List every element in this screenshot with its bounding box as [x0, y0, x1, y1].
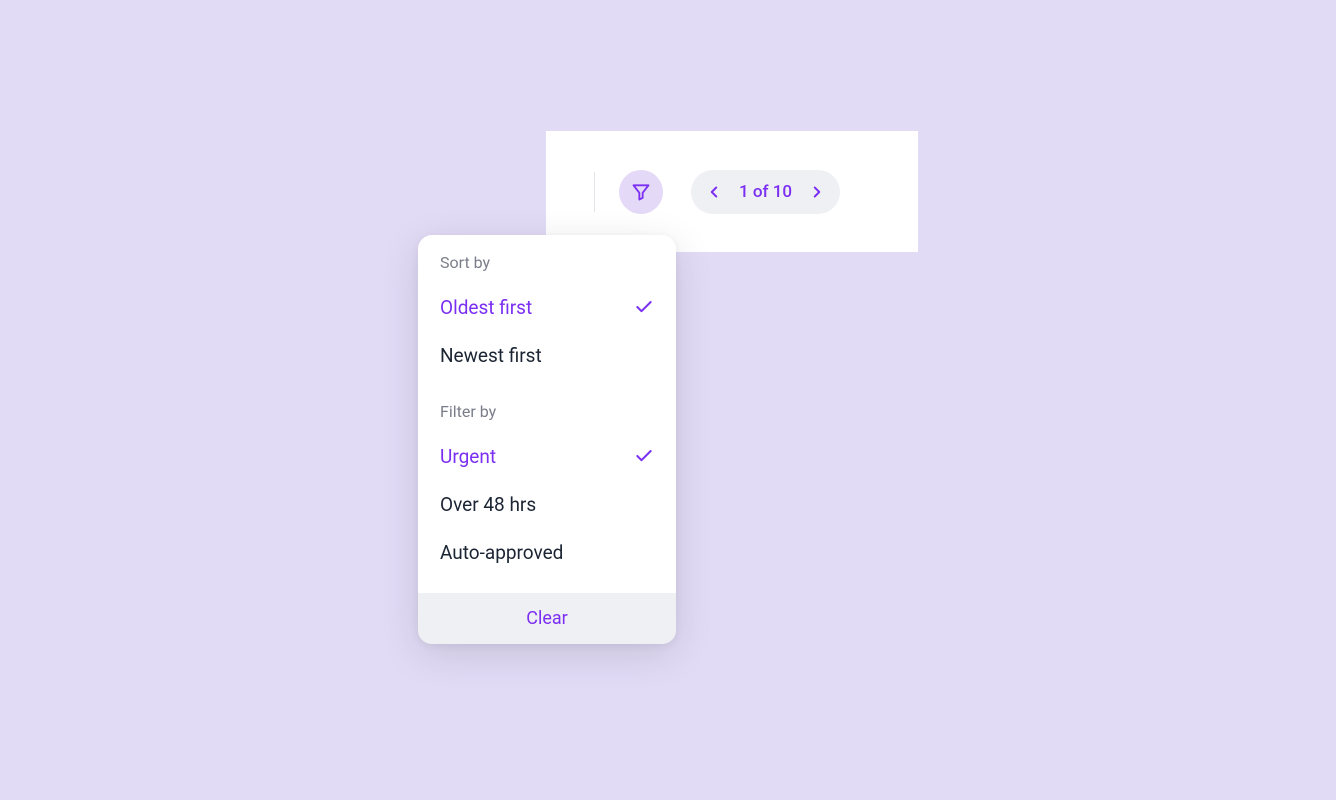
toolbar-divider	[594, 172, 595, 212]
chevron-left-icon	[705, 183, 723, 201]
pager-prev-button[interactable]	[705, 183, 723, 201]
filter-option-auto-approved[interactable]: Auto-approved	[440, 531, 654, 573]
filter-by-label: Filter by	[440, 402, 654, 421]
check-icon	[634, 297, 654, 317]
sort-option-oldest-first[interactable]: Oldest first	[440, 286, 654, 328]
sort-option-label: Oldest first	[440, 296, 532, 319]
sort-by-label: Sort by	[440, 253, 654, 272]
filter-option-label: Auto-approved	[440, 541, 563, 564]
sort-option-label: Newest first	[440, 344, 542, 367]
clear-button-label: Clear	[526, 608, 568, 629]
filter-button[interactable]	[619, 170, 663, 214]
sort-option-newest-first[interactable]: Newest first	[440, 334, 654, 376]
filter-popover: Sort by Oldest first Newest first Filter…	[418, 235, 676, 644]
pager-next-button[interactable]	[808, 183, 826, 201]
popover-body: Sort by Oldest first Newest first Filter…	[418, 235, 676, 593]
funnel-icon	[631, 182, 651, 202]
filter-option-label: Urgent	[440, 445, 496, 468]
clear-button[interactable]: Clear	[418, 593, 676, 644]
filter-option-label: Over 48 hrs	[440, 493, 536, 516]
check-icon	[634, 446, 654, 466]
pager: 1 of 10	[691, 170, 840, 214]
toolbar: 1 of 10	[546, 131, 918, 252]
filter-option-urgent[interactable]: Urgent	[440, 435, 654, 477]
pager-text: 1 of 10	[739, 182, 792, 202]
filter-option-over-48-hrs[interactable]: Over 48 hrs	[440, 483, 654, 525]
chevron-right-icon	[808, 183, 826, 201]
